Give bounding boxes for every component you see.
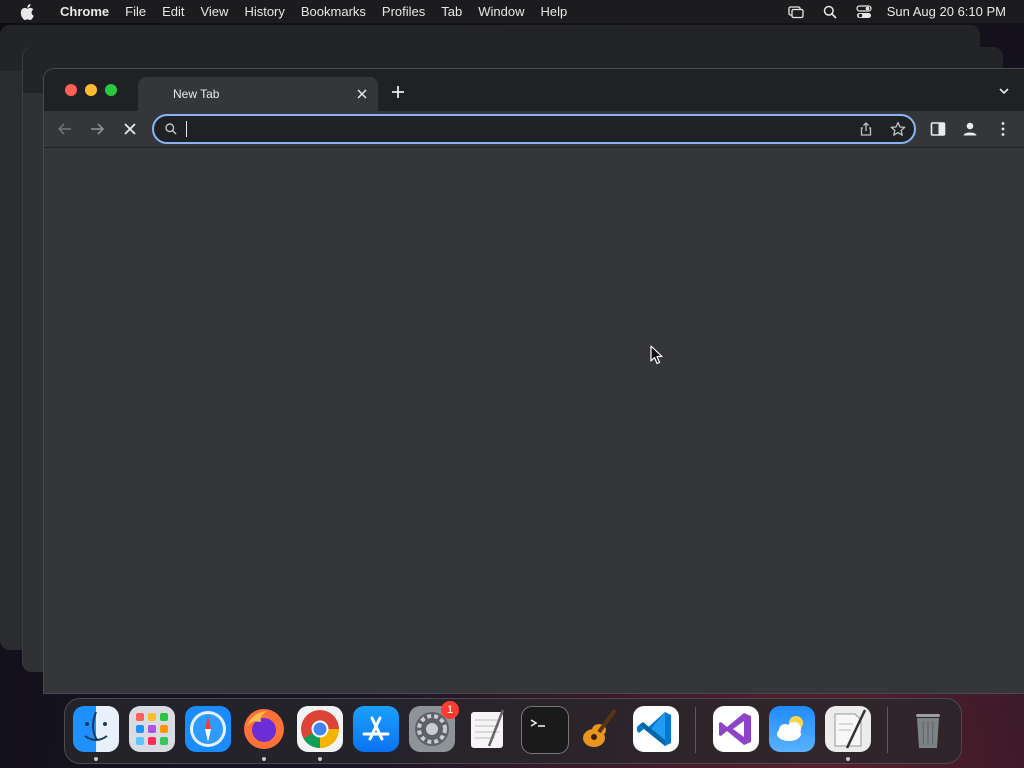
close-tab-icon[interactable] [354, 86, 370, 102]
profile-avatar-icon[interactable] [961, 120, 979, 138]
address-bar[interactable] [152, 114, 916, 144]
tab-title: New Tab [173, 87, 220, 101]
garageband-icon[interactable] [577, 706, 623, 752]
mouse-pointer-icon [650, 345, 663, 365]
safari-icon[interactable] [185, 706, 231, 752]
menu-tab[interactable]: Tab [433, 0, 470, 23]
forward-arrow-icon[interactable] [88, 120, 106, 138]
running-indicator [262, 757, 266, 761]
dock: 1 [64, 698, 962, 764]
back-arrow-icon[interactable] [56, 120, 74, 138]
screen-mirroring-icon[interactable] [788, 5, 804, 19]
terminal-icon[interactable] [521, 706, 569, 754]
visual-studio-icon[interactable] [713, 706, 759, 752]
weather-icon[interactable] [769, 706, 815, 752]
close-window-button[interactable] [65, 84, 77, 96]
notification-badge: 1 [441, 701, 459, 719]
new-tab-icon[interactable] [390, 84, 406, 100]
launchpad-icon[interactable] [129, 706, 175, 752]
dock-separator [887, 707, 888, 753]
share-icon[interactable] [858, 121, 874, 137]
firefox-icon[interactable] [241, 706, 287, 752]
control-center-icon[interactable] [856, 4, 872, 19]
vscode-icon[interactable] [633, 706, 679, 752]
stop-loading-icon[interactable] [121, 120, 139, 138]
menu-list: Chrome File Edit View History Bookmarks … [52, 0, 575, 23]
address-input[interactable] [184, 119, 824, 139]
trash-icon[interactable] [905, 706, 951, 752]
search-icon [165, 123, 177, 135]
toolbar [44, 111, 1024, 148]
text-caret [186, 121, 187, 137]
menu-bookmarks[interactable]: Bookmarks [293, 0, 374, 23]
textedit-icon[interactable] [465, 706, 511, 752]
spotlight-search-icon[interactable] [822, 5, 838, 19]
script-editor-icon[interactable] [825, 706, 871, 752]
menu-profiles[interactable]: Profiles [374, 0, 433, 23]
side-panel-icon[interactable] [929, 120, 947, 138]
zoom-window-button[interactable] [105, 84, 117, 96]
more-menu-icon[interactable] [994, 120, 1012, 138]
tab-strip: New Tab [44, 69, 1024, 111]
running-indicator [94, 757, 98, 761]
running-indicator [846, 757, 850, 761]
menu-view[interactable]: View [192, 0, 236, 23]
menu-app-name[interactable]: Chrome [52, 0, 117, 23]
menu-window[interactable]: Window [470, 0, 532, 23]
page-content[interactable] [44, 148, 1024, 693]
tab-new-tab[interactable]: New Tab [138, 77, 378, 111]
menu-bar: Chrome File Edit View History Bookmarks … [0, 0, 1024, 23]
tab-search-chevron-icon[interactable] [998, 85, 1010, 97]
minimize-window-button[interactable] [85, 84, 97, 96]
apple-icon[interactable] [20, 3, 34, 20]
dock-separator [695, 707, 696, 753]
finder-icon[interactable] [73, 706, 119, 752]
bookmark-star-icon[interactable] [890, 121, 906, 137]
menu-edit[interactable]: Edit [154, 0, 192, 23]
chrome-window: New Tab [44, 69, 1024, 693]
menu-history[interactable]: History [236, 0, 292, 23]
menu-help[interactable]: Help [533, 0, 576, 23]
chrome-icon[interactable] [297, 706, 343, 752]
status-area: Sun Aug 20 6:10 PM [779, 0, 1024, 23]
app-store-icon[interactable] [353, 706, 399, 752]
menu-file[interactable]: File [117, 0, 154, 23]
running-indicator [318, 757, 322, 761]
menu-clock[interactable]: Sun Aug 20 6:10 PM [887, 4, 1006, 19]
